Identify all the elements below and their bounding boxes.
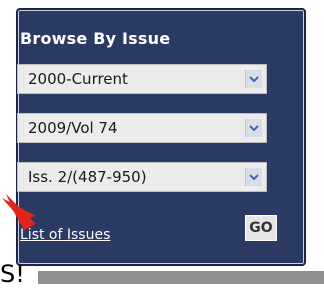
bottom-partial-text: S! [0,260,25,288]
chevron-down-icon[interactable] [245,70,262,88]
red-arrow-icon [2,194,36,230]
issue-select[interactable]: Iss. 2/(487-950) [17,162,267,192]
panel-title: Browse By Issue [20,29,171,48]
volume-select[interactable]: 2009/Vol 74 [17,113,267,143]
chevron-down-icon[interactable] [245,119,262,137]
issue-value: Iss. 2/(487-950) [28,168,147,186]
bottom-scroll-bar [38,271,324,284]
volume-value: 2009/Vol 74 [28,119,118,137]
year-range-select[interactable]: 2000-Current [17,64,267,94]
go-button[interactable]: GO [245,215,277,241]
chevron-down-icon[interactable] [245,168,262,186]
year-range-value: 2000-Current [28,70,128,88]
